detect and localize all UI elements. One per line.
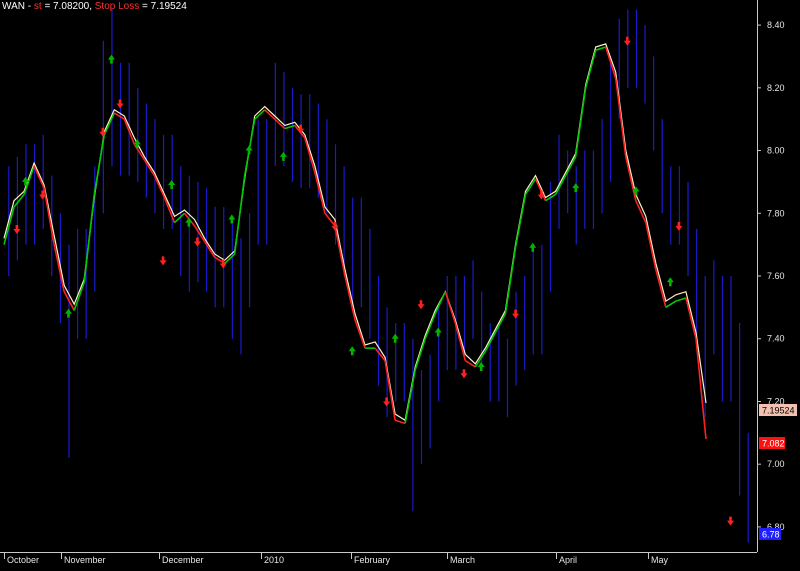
legend-dash: - <box>27 1 32 12</box>
price-chart: 8.408.208.007.807.607.407.207.006.80 Oct… <box>0 0 800 571</box>
legend-st-label: st <box>33 1 42 12</box>
y-tick-label: 8.20 <box>767 83 785 93</box>
stop-loss-badge-text: 7.19524 <box>762 406 795 416</box>
y-tick-label: 8.00 <box>767 146 785 156</box>
x-tick-label: March <box>450 555 475 565</box>
y-tick-label: 7.60 <box>767 271 785 281</box>
x-tick-label: February <box>354 555 391 565</box>
legend-stop-loss-label: Stop Loss <box>94 1 140 12</box>
x-tick-label: December <box>162 555 204 565</box>
x-tick-label: May <box>651 555 669 565</box>
last-price-badge-text: 6.78 <box>762 530 780 540</box>
x-tick-label: October <box>7 555 39 565</box>
x-tick-label: November <box>64 555 106 565</box>
legend-symbol: WAN <box>2 1 25 12</box>
x-tick-label: April <box>559 555 577 565</box>
legend-stop-loss-value: = 7.19524 <box>142 1 187 12</box>
y-tick-label: 7.40 <box>767 334 785 344</box>
y-tick-label: 7.00 <box>767 459 785 469</box>
chart-legend: WAN - st = 7.08200, Stop Loss = 7.19524 <box>2 1 187 12</box>
x-tick-label: 2010 <box>264 555 284 565</box>
y-tick-label: 8.40 <box>767 20 785 30</box>
y-tick-label: 7.80 <box>767 208 785 218</box>
st-badge-text: 7.082 <box>762 439 785 449</box>
legend-st-value: = 7.08200, <box>44 1 92 12</box>
